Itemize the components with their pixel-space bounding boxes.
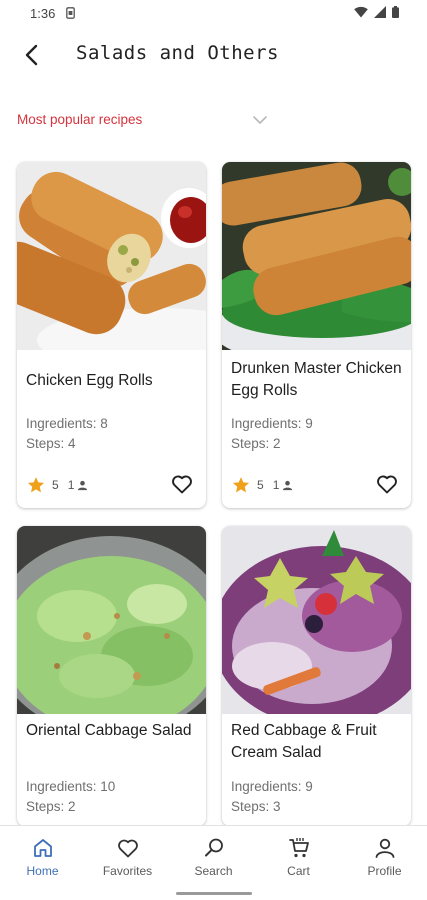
nav-label: Search bbox=[194, 864, 233, 878]
recipe-card[interactable]: Drunken Master Chicken Egg Rolls Ingredi… bbox=[222, 162, 411, 508]
nav-label: Profile bbox=[367, 864, 402, 878]
recipe-steps: Steps: 2 bbox=[231, 436, 281, 451]
recipe-title: Drunken Master Chicken Egg Rolls bbox=[231, 360, 402, 399]
nav-label: Home bbox=[26, 864, 59, 878]
app-bar: Salads and Others bbox=[0, 30, 427, 78]
nav-item-search[interactable]: Search bbox=[171, 826, 256, 882]
home-icon bbox=[33, 839, 52, 857]
recipe-title: Oriental Cabbage Salad bbox=[26, 722, 192, 739]
nav-label: Cart bbox=[287, 864, 310, 878]
recipe-title: Red Cabbage & Fruit Cream Salad bbox=[231, 722, 377, 761]
status-icons bbox=[354, 6, 399, 18]
favorite-heart-icon[interactable] bbox=[375, 472, 399, 496]
recipe-image bbox=[222, 526, 411, 714]
star-icon bbox=[232, 477, 250, 493]
cart-icon bbox=[288, 838, 309, 858]
favorite-heart-icon[interactable] bbox=[170, 472, 194, 496]
recipe-ingredients: Ingredients: 9 bbox=[231, 779, 313, 794]
recipe-steps: Steps: 3 bbox=[231, 799, 281, 814]
sort-filter[interactable]: Most popular recipes bbox=[0, 106, 427, 136]
rating-value: 5 bbox=[52, 478, 59, 492]
nav-label: Favorites bbox=[102, 864, 153, 878]
cellular-icon bbox=[374, 6, 386, 18]
recipe-steps: Steps: 2 bbox=[26, 799, 76, 814]
arrow-left-icon bbox=[25, 44, 38, 66]
home-indicator bbox=[176, 892, 252, 895]
recipe-steps: Steps: 4 bbox=[26, 436, 76, 451]
recipe-card[interactable]: Chicken Egg Rolls Ingredients: 8 Steps: … bbox=[17, 162, 206, 508]
person-icon bbox=[283, 480, 293, 490]
rating-row: 5 1 bbox=[26, 474, 88, 496]
sort-filter-label: Most popular recipes bbox=[17, 112, 143, 127]
nav-item-favorites[interactable]: Favorites bbox=[85, 826, 170, 882]
review-count: 1 bbox=[272, 478, 280, 492]
rating-value: 5 bbox=[257, 478, 264, 492]
recipe-card[interactable]: Oriental Cabbage Salad Ingredients: 10 S… bbox=[17, 526, 206, 826]
recipe-image bbox=[17, 162, 206, 350]
recipe-ingredients: Ingredients: 10 bbox=[26, 779, 116, 794]
review-count: 1 bbox=[67, 478, 75, 492]
search-icon bbox=[204, 838, 223, 857]
status-bar: 1:36 bbox=[0, 0, 427, 30]
person-icon bbox=[375, 838, 394, 858]
nav-item-home[interactable]: Home bbox=[0, 826, 85, 882]
rating-row: 5 1 bbox=[231, 474, 293, 496]
nav-item-cart[interactable]: Cart bbox=[256, 826, 341, 882]
person-icon bbox=[78, 480, 88, 490]
back-button[interactable] bbox=[18, 42, 44, 68]
star-icon bbox=[27, 477, 45, 493]
nav-item-profile[interactable]: Profile bbox=[342, 826, 427, 882]
recipe-card[interactable]: Red Cabbage & Fruit Cream Salad Ingredie… bbox=[222, 526, 411, 826]
recipe-title: Chicken Egg Rolls bbox=[26, 372, 153, 389]
sim-icon bbox=[66, 7, 75, 19]
heart-icon bbox=[117, 839, 138, 858]
status-time: 1:36 bbox=[30, 6, 56, 21]
wifi-icon bbox=[354, 6, 368, 18]
chevron-down-icon[interactable] bbox=[252, 113, 268, 127]
recipe-ingredients: Ingredients: 8 bbox=[26, 416, 108, 431]
recipe-image bbox=[222, 162, 411, 350]
recipe-ingredients: Ingredients: 9 bbox=[231, 416, 313, 431]
battery-icon bbox=[392, 6, 399, 18]
page-title: Salads and Others bbox=[76, 42, 279, 64]
recipe-image bbox=[17, 526, 206, 714]
bottom-nav: Home Favorites Search Cart Profile bbox=[0, 825, 427, 900]
